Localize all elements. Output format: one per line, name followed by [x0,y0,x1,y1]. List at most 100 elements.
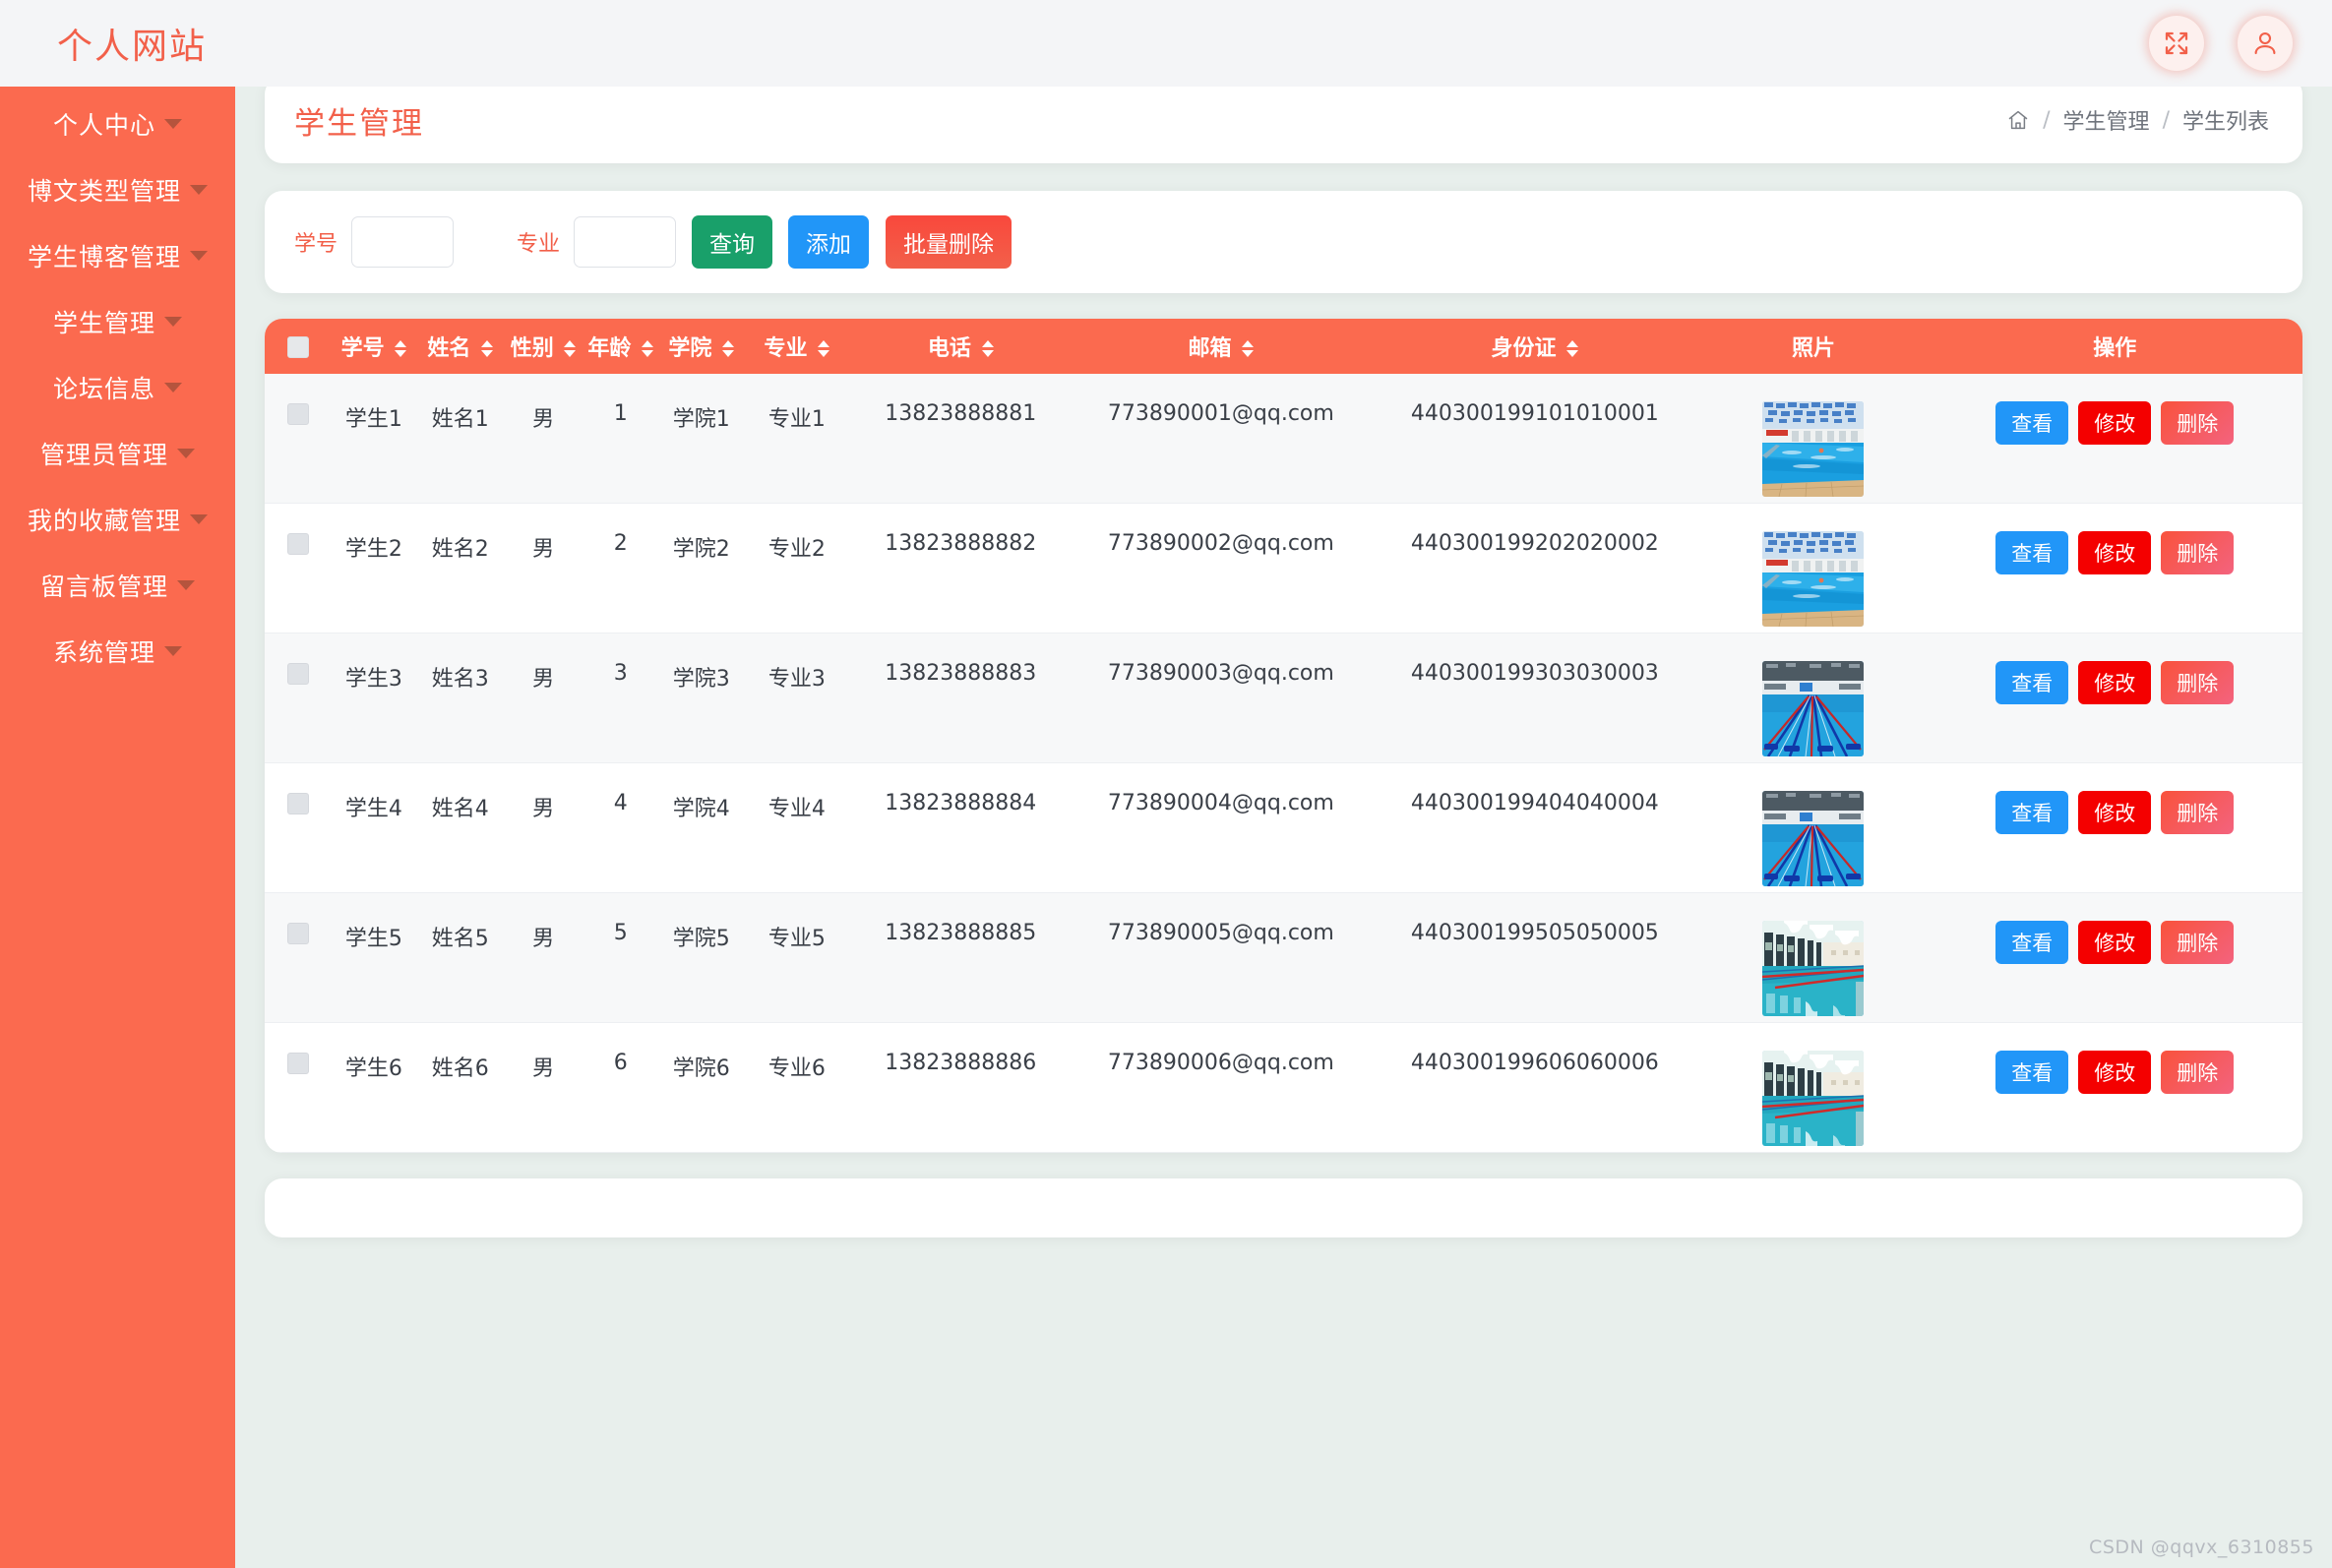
sidebar-item-post-type-management[interactable]: 博文类型管理 [0,156,235,222]
sidebar-item-forum-info[interactable]: 论坛信息 [0,354,235,420]
cell-value: 专业2 [768,537,826,562]
sort-arrows-icon[interactable] [1242,339,1254,359]
sort-arrows-icon[interactable] [395,339,406,359]
edit-button[interactable]: 修改 [2078,791,2151,834]
table-header: 学号 姓名 性别 年龄 [265,319,2302,374]
delete-button[interactable]: 删除 [2161,661,2234,704]
student-photo-thumbnail[interactable] [1762,921,1864,1016]
cell-id-card: 440300199404040004 [1370,763,1699,893]
student-photo-thumbnail[interactable] [1762,661,1864,756]
user-menu-button[interactable] [2238,16,2293,71]
edit-button[interactable]: 修改 [2078,401,2151,445]
column-label: 操作 [2093,336,2136,361]
edit-button[interactable]: 修改 [2078,921,2151,964]
cell-value: 13823888886 [885,1051,1036,1075]
sort-arrows-icon[interactable] [1566,339,1578,359]
sort-arrows-icon[interactable] [481,339,493,359]
column-header-phone[interactable]: 电话 [849,319,1073,374]
sort-arrows-icon[interactable] [642,339,653,359]
view-button[interactable]: 查看 [1995,1051,2068,1094]
delete-button[interactable]: 删除 [2161,531,2234,574]
checkbox-unchecked-icon[interactable] [287,793,309,814]
edit-button[interactable]: 修改 [2078,1051,2151,1094]
cell-photo [1699,374,1927,504]
delete-button[interactable]: 删除 [2161,921,2234,964]
sidebar-item-label: 学生管理 [53,304,155,339]
cell-student-no: 学生2 [331,504,417,633]
delete-button[interactable]: 删除 [2161,791,2234,834]
cell-value: 773890003@qq.com [1108,661,1334,686]
student-no-input[interactable] [351,216,454,268]
sidebar-item-student-management[interactable]: 学生管理 [0,288,235,354]
major-input[interactable] [574,216,676,268]
cell-major: 专业4 [745,763,849,893]
add-button[interactable]: 添加 [788,215,869,269]
batch-delete-button[interactable]: 批量删除 [886,215,1012,269]
cell-phone: 13823888886 [849,1023,1073,1153]
view-button[interactable]: 查看 [1995,791,2068,834]
top-bar: 个人网站 [0,0,2332,87]
cell-email: 773890005@qq.com [1072,893,1370,1023]
checkbox-unchecked-icon[interactable] [287,663,309,685]
cell-value: 专业5 [768,927,826,951]
checkbox-unchecked-icon[interactable] [287,403,309,425]
sort-arrows-icon[interactable] [818,339,829,359]
cell-id-card: 440300199202020002 [1370,504,1699,633]
column-label: 身份证 [1491,336,1556,361]
sidebar-item-system-management[interactable]: 系统管理 [0,618,235,684]
sidebar-item-admin-management[interactable]: 管理员管理 [0,420,235,486]
column-header-email[interactable]: 邮箱 [1072,319,1370,374]
view-button[interactable]: 查看 [1995,921,2068,964]
sidebar-item-message-board-management[interactable]: 留言板管理 [0,552,235,618]
query-button[interactable]: 查询 [692,215,772,269]
cell-phone: 13823888883 [849,633,1073,763]
cell-value: 学院1 [673,407,730,432]
fullscreen-button[interactable] [2149,16,2204,71]
row-action-group: 查看 修改 删除 [1928,1051,2302,1094]
student-photo-thumbnail[interactable] [1762,791,1864,886]
column-header-major[interactable]: 专业 [745,319,849,374]
view-button[interactable]: 查看 [1995,661,2068,704]
sort-arrows-icon[interactable] [982,339,994,359]
sort-arrows-icon[interactable] [564,339,576,359]
column-header-age[interactable]: 年龄 [583,319,658,374]
breadcrumb-separator: / [2043,108,2050,133]
student-photo-thumbnail[interactable] [1762,531,1864,627]
view-button[interactable]: 查看 [1995,401,2068,445]
breadcrumb-item-student-management[interactable]: 学生管理 [2063,104,2150,136]
column-label: 学院 [668,336,711,361]
cell-email: 773890006@qq.com [1072,1023,1370,1153]
checkbox-unchecked-icon[interactable] [287,336,309,358]
view-button[interactable]: 查看 [1995,531,2068,574]
checkbox-unchecked-icon[interactable] [287,923,309,944]
cell-operations: 查看 修改 删除 [1928,1023,2302,1153]
sidebar-item-my-favorites-management[interactable]: 我的收藏管理 [0,486,235,552]
column-header-name[interactable]: 姓名 [417,319,504,374]
student-photo-thumbnail[interactable] [1762,1051,1864,1146]
column-header-gender[interactable]: 性别 [504,319,583,374]
select-all-cell[interactable] [265,319,331,374]
delete-button[interactable]: 删除 [2161,1051,2234,1094]
sort-arrows-icon[interactable] [722,339,734,359]
sidebar-item-personal-center[interactable]: 个人中心 [0,90,235,156]
edit-button[interactable]: 修改 [2078,531,2151,574]
cell-value: 学院3 [673,667,730,692]
cell-value: 男 [532,1056,554,1081]
column-header-student-no[interactable]: 学号 [331,319,417,374]
sidebar-item-student-blog-management[interactable]: 学生博客管理 [0,222,235,288]
cell-student-no: 学生5 [331,893,417,1023]
chevron-down-icon [190,251,208,261]
checkbox-unchecked-icon[interactable] [287,1053,309,1074]
cell-value: 学生4 [345,797,402,821]
delete-button[interactable]: 删除 [2161,401,2234,445]
column-header-id-card[interactable]: 身份证 [1370,319,1699,374]
cell-value: 学院5 [673,927,730,951]
cell-operations: 查看 修改 删除 [1928,504,2302,633]
student-photo-thumbnail[interactable] [1762,401,1864,497]
home-icon[interactable] [2006,108,2030,132]
column-header-college[interactable]: 学院 [658,319,745,374]
edit-button[interactable]: 修改 [2078,661,2151,704]
cell-value: 专业3 [768,667,826,692]
checkbox-unchecked-icon[interactable] [287,533,309,555]
student-table: 学号 姓名 性别 年龄 [265,319,2302,1153]
